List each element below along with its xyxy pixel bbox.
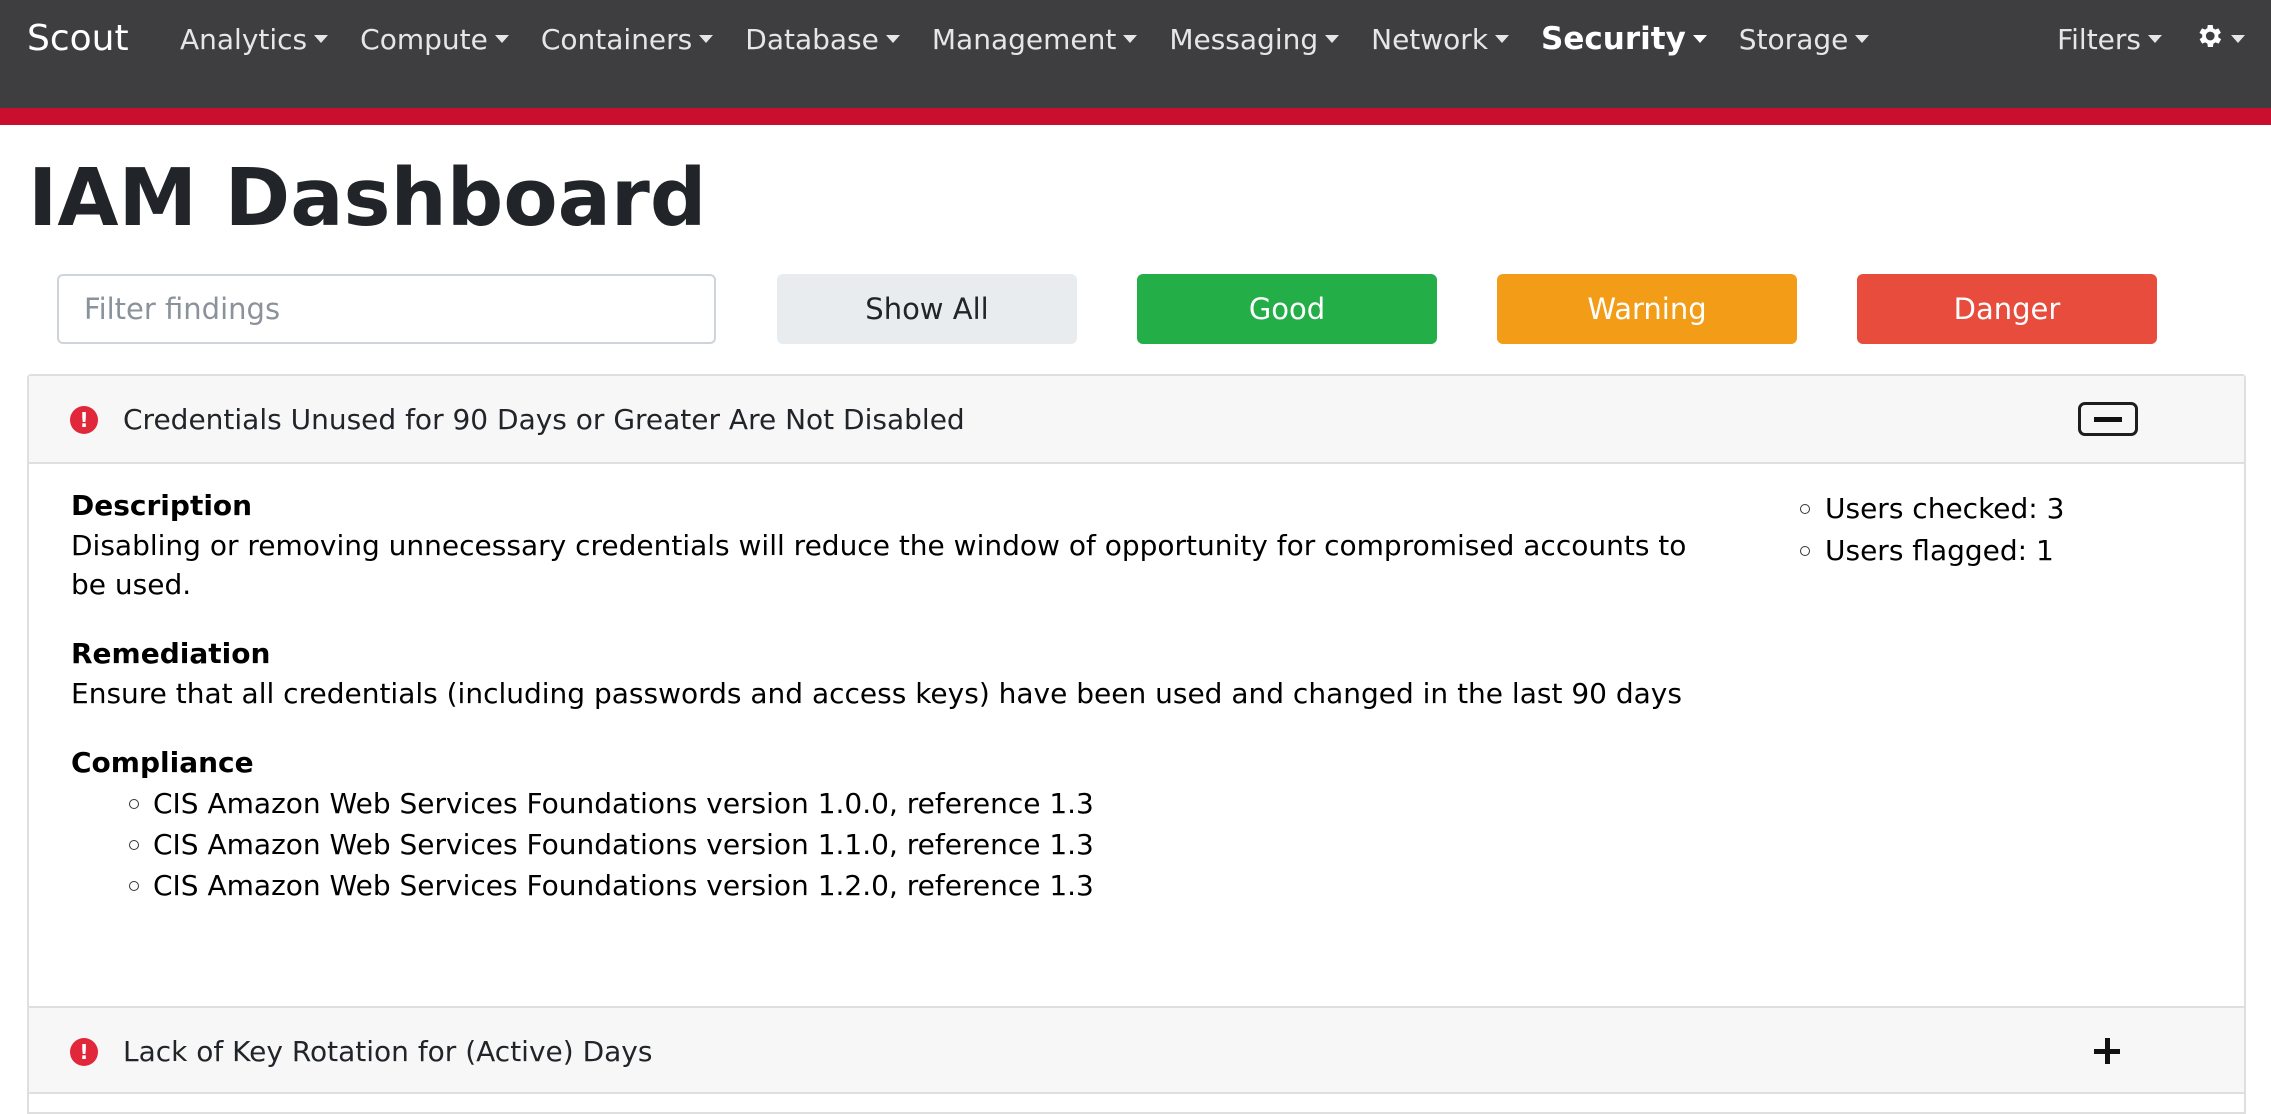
nav-menu-label: Compute bbox=[360, 22, 488, 56]
nav-menu-label: Analytics bbox=[180, 22, 308, 56]
finding-stats: Users checked: 3 Users flagged: 1 bbox=[1796, 488, 2064, 572]
settings-menu[interactable] bbox=[2194, 21, 2245, 57]
compliance-item: CIS Amazon Web Services Foundations vers… bbox=[129, 783, 1691, 824]
caret-down-icon bbox=[1495, 35, 1510, 43]
caret-down-icon bbox=[1123, 35, 1138, 43]
warning-filter-button[interactable]: Warning bbox=[1497, 274, 1797, 344]
danger-filter-button[interactable]: Danger bbox=[1857, 274, 2157, 344]
expand-button[interactable] bbox=[2089, 1032, 2129, 1072]
caret-down-icon bbox=[494, 35, 509, 43]
collapse-button[interactable] bbox=[2078, 402, 2138, 436]
nav-menu-label: Storage bbox=[1738, 22, 1849, 56]
nav-menu-label: Messaging bbox=[1169, 22, 1319, 56]
findings-list: ! Credentials Unused for 90 Days or Grea… bbox=[27, 374, 2246, 1114]
navbar-right: Filters bbox=[2025, 14, 2245, 64]
nav-menu-database[interactable]: Database bbox=[745, 23, 900, 56]
exclamation-circle-icon: ! bbox=[70, 1038, 98, 1066]
filter-findings-input[interactable] bbox=[57, 274, 716, 344]
caret-down-icon bbox=[885, 35, 900, 43]
filters-menu-label: Filters bbox=[2057, 22, 2141, 56]
users-flagged-stat: Users flagged: 1 bbox=[1796, 530, 2064, 572]
nav-menu-network[interactable]: Network bbox=[1371, 22, 1510, 56]
navbar-accent-stripe bbox=[0, 108, 2271, 125]
caret-down-icon bbox=[1855, 35, 1870, 43]
filters-menu[interactable]: Filters bbox=[2057, 23, 2162, 56]
finding-title: Lack of Key Rotation for (Active) Days bbox=[123, 1035, 653, 1068]
compliance-list: CIS Amazon Web Services Foundations vers… bbox=[71, 783, 1691, 906]
compliance-item: CIS Amazon Web Services Foundations vers… bbox=[129, 865, 1691, 906]
users-checked-stat: Users checked: 3 bbox=[1796, 488, 2064, 530]
caret-down-icon bbox=[2231, 35, 2245, 43]
remediation-label: Remediation bbox=[71, 637, 271, 670]
nav-menu-label: Management bbox=[931, 22, 1117, 56]
remediation-text: Ensure that all credentials (including p… bbox=[71, 677, 1682, 710]
nav-menu-management[interactable]: Management bbox=[931, 22, 1138, 56]
exclamation-circle-icon: ! bbox=[70, 406, 98, 434]
finding-title: Credentials Unused for 90 Days or Greate… bbox=[123, 403, 965, 436]
brand-logo[interactable]: Scout bbox=[27, 14, 129, 64]
description-text: Disabling or removing unnecessary creden… bbox=[71, 529, 1687, 601]
finding-header[interactable]: ! Lack of Key Rotation for (Active) Days bbox=[29, 1006, 2244, 1094]
nav-menu-storage[interactable]: Storage bbox=[1739, 23, 1870, 56]
top-navbar: Scout Analytics Compute Containers Datab… bbox=[0, 0, 2271, 108]
compliance-item: CIS Amazon Web Services Foundations vers… bbox=[129, 824, 1691, 865]
good-filter-button[interactable]: Good bbox=[1137, 274, 1437, 344]
nav-menu-compute[interactable]: Compute bbox=[360, 23, 509, 56]
caret-down-icon bbox=[1692, 35, 1707, 43]
finding-details: Description Disabling or removing unnece… bbox=[71, 486, 1691, 906]
caret-down-icon bbox=[699, 35, 714, 43]
service-menu: Analytics Compute Containers Database Ma… bbox=[180, 14, 1901, 64]
caret-down-icon bbox=[2148, 35, 2162, 43]
finding-header[interactable]: ! Credentials Unused for 90 Days or Grea… bbox=[29, 376, 2244, 464]
nav-menu-label: Network bbox=[1371, 22, 1489, 56]
compliance-label: Compliance bbox=[71, 746, 254, 779]
nav-menu-analytics[interactable]: Analytics bbox=[180, 22, 329, 56]
nav-menu-containers[interactable]: Containers bbox=[540, 22, 714, 56]
nav-menu-label: Database bbox=[745, 22, 879, 56]
description-label: Description bbox=[71, 489, 253, 522]
page-title: IAM Dashboard bbox=[28, 152, 707, 244]
nav-menu-label: Security bbox=[1541, 21, 1686, 57]
nav-menu-label: Containers bbox=[540, 22, 693, 56]
caret-down-icon bbox=[1325, 35, 1340, 43]
show-all-button[interactable]: Show All bbox=[777, 274, 1077, 344]
nav-menu-security[interactable]: Security bbox=[1541, 21, 1707, 57]
nav-menu-messaging[interactable]: Messaging bbox=[1169, 22, 1340, 56]
gear-icon bbox=[2194, 21, 2224, 57]
caret-down-icon bbox=[314, 35, 329, 43]
